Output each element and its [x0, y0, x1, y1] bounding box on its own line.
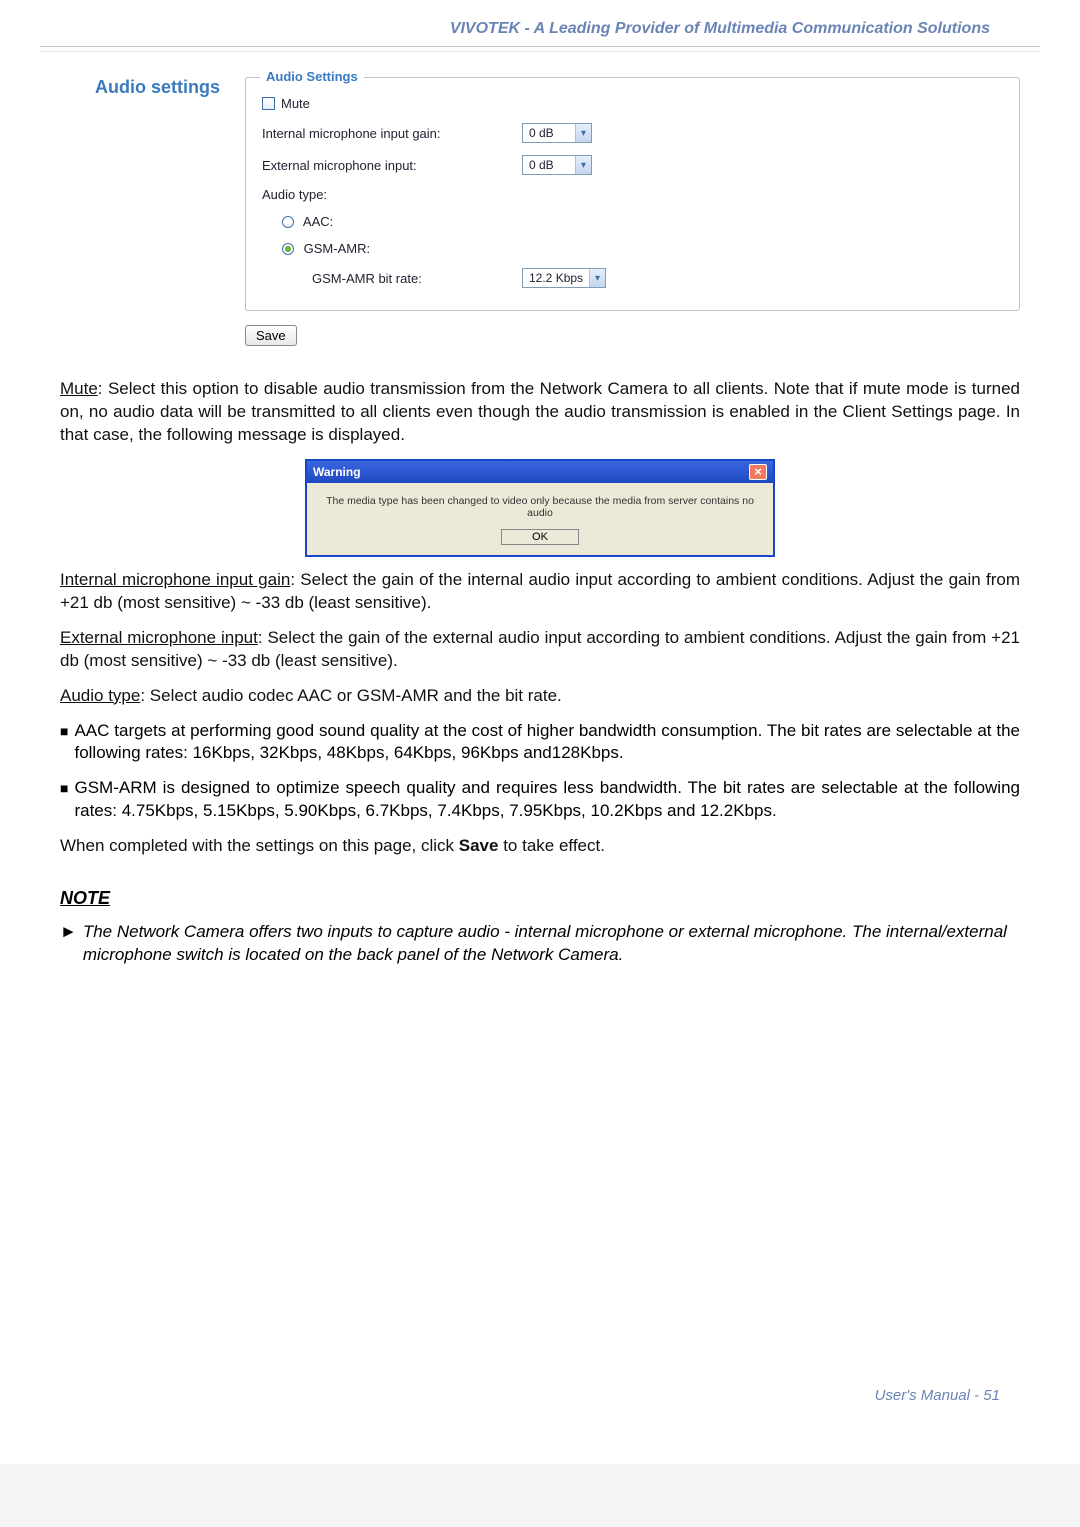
page-footer: User's Manual - 51: [0, 1387, 1080, 1464]
external-mic-select[interactable]: 0 dB ▾: [522, 155, 592, 175]
warning-dialog: Warning × The media type has been change…: [305, 459, 775, 557]
ok-button[interactable]: OK: [501, 529, 579, 545]
note-heading: NOTE: [60, 888, 1020, 909]
internal-mic-description: Internal microphone input gain: Select t…: [60, 569, 1020, 615]
audio-type-label: Audio type:: [262, 187, 522, 202]
divider: [40, 46, 1040, 47]
internal-mic-select[interactable]: 0 dB ▾: [522, 123, 592, 143]
warning-message: The media type has been changed to video…: [317, 491, 763, 529]
audio-settings-panel: Audio Settings Mute Internal microphone …: [245, 77, 1020, 311]
aac-label: AAC:: [303, 214, 333, 229]
chevron-down-icon: ▾: [589, 269, 605, 287]
note-item: ► The Network Camera offers two inputs t…: [60, 921, 1020, 967]
bullet-aac: ■ AAC targets at performing good sound q…: [60, 720, 1020, 766]
warning-title: Warning: [313, 465, 361, 479]
mute-checkbox[interactable]: [262, 97, 275, 110]
select-value: 12.2 Kbps: [523, 271, 589, 285]
page-header: VIVOTEK - A Leading Provider of Multimed…: [40, 20, 1040, 38]
save-instruction: When completed with the settings on this…: [60, 835, 1020, 858]
select-value: 0 dB: [523, 158, 575, 172]
panel-legend: Audio Settings: [260, 69, 364, 84]
internal-mic-label: Internal microphone input gain:: [262, 126, 522, 141]
gsm-bitrate-label: GSM-AMR bit rate:: [262, 271, 522, 286]
select-value: 0 dB: [523, 126, 575, 140]
chevron-down-icon: ▾: [575, 156, 591, 174]
section-title: Audio settings: [95, 77, 245, 98]
square-bullet-icon: ■: [60, 720, 68, 766]
square-bullet-icon: ■: [60, 777, 68, 823]
bullet-gsm: ■ GSM-ARM is designed to optimize speech…: [60, 777, 1020, 823]
gsm-radio[interactable]: [282, 243, 294, 255]
save-button[interactable]: Save: [245, 325, 297, 346]
mute-label: Mute: [281, 96, 310, 111]
external-mic-label: External microphone input:: [262, 158, 522, 173]
gsm-label: GSM-AMR:: [304, 241, 370, 256]
close-icon[interactable]: ×: [749, 464, 767, 480]
mute-description: Mute: Select this option to disable audi…: [60, 378, 1020, 447]
gsm-bitrate-select[interactable]: 12.2 Kbps ▾: [522, 268, 606, 288]
aac-radio[interactable]: [282, 216, 294, 228]
divider: [40, 51, 1040, 52]
audio-type-description: Audio type: Select audio codec AAC or GS…: [60, 685, 1020, 708]
arrow-icon: ►: [60, 921, 77, 967]
chevron-down-icon: ▾: [575, 124, 591, 142]
external-mic-description: External microphone input: Select the ga…: [60, 627, 1020, 673]
